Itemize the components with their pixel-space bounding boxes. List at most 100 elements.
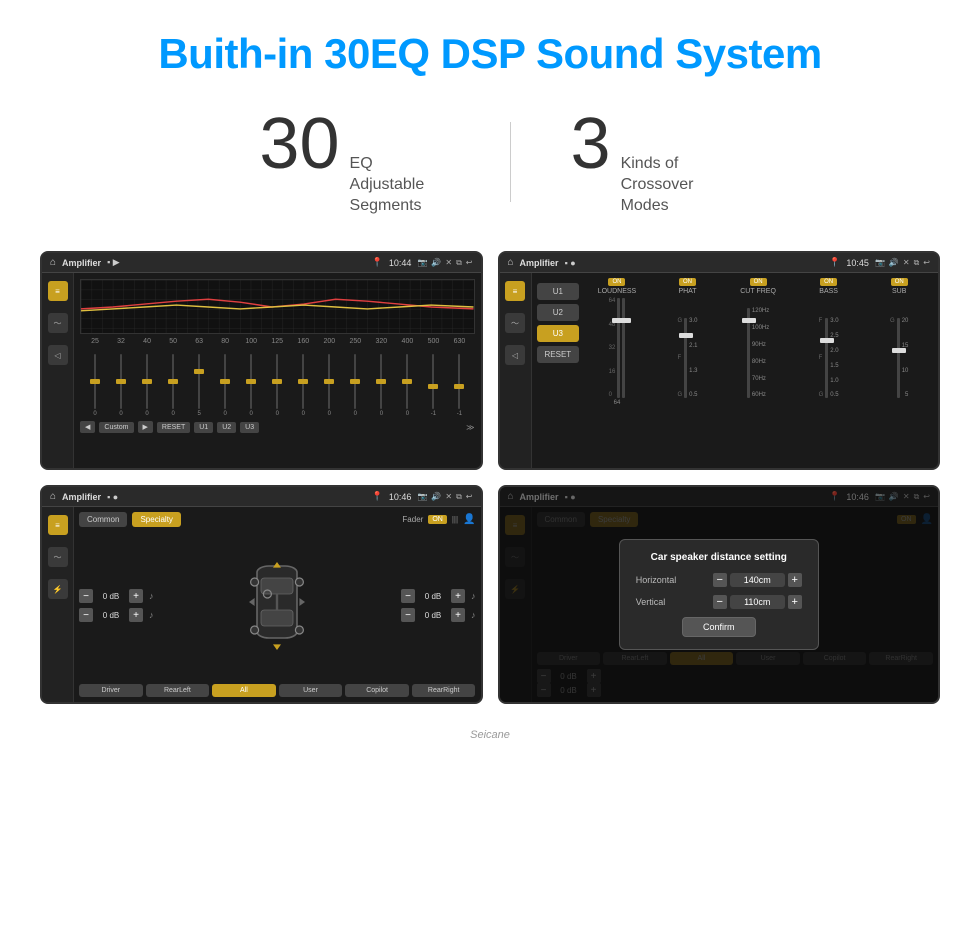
db-plus-0[interactable]: + [129, 589, 143, 603]
prev-button[interactable]: ◀ [80, 421, 95, 433]
wave-icon-3[interactable]: 〜 [48, 547, 68, 567]
back-icon-3[interactable]: ↩ [466, 492, 473, 501]
u1-preset[interactable]: U1 [537, 283, 580, 300]
eq-sidebar: ≡ 〜 ◁ [42, 273, 74, 468]
loudness-on[interactable]: ON [608, 278, 625, 286]
close-icon: ✕ [445, 258, 452, 267]
eq-slider-13[interactable]: -1 [420, 354, 446, 417]
eq-slider-7[interactable]: 0 [264, 354, 290, 417]
volume-sidebar-icon[interactable]: ◁ [48, 345, 68, 365]
copilot-btn[interactable]: Copilot [345, 684, 409, 697]
confirm-button[interactable]: Confirm [682, 617, 756, 637]
topbar-icons-2: 📷 🔊 ✕ ⧉ ↩ [875, 258, 930, 268]
eq-slider-0[interactable]: 0 [82, 354, 108, 417]
eq-slider-14[interactable]: -1 [446, 354, 472, 417]
home-icon-2[interactable]: ⌂ [508, 257, 514, 268]
eq-sliders: 0 0 0 0 5 [80, 347, 475, 417]
sub-on[interactable]: ON [891, 278, 908, 286]
custom-button[interactable]: Custom [99, 422, 133, 433]
eq-slider-4[interactable]: 5 [186, 354, 212, 417]
eq-slider-6[interactable]: 0 [238, 354, 264, 417]
speaker-icon-fr: ♪ [471, 591, 476, 601]
back-icon[interactable]: ↩ [466, 258, 473, 267]
page-header: Buith-in 30EQ DSP Sound System [0, 0, 980, 93]
phat-on[interactable]: ON [679, 278, 696, 286]
rearright-btn[interactable]: RearRight [412, 684, 476, 697]
screenshots-grid: ⌂ Amplifier ▪ ▶ 📍 10:44 📷 🔊 ✕ ⧉ ↩ ≡ 〜 ◁ [0, 241, 980, 724]
u1-button[interactable]: U1 [194, 422, 213, 433]
eq-slider-2[interactable]: 0 [134, 354, 160, 417]
fader-control[interactable]: ||| [452, 515, 458, 524]
db-minus-0[interactable]: − [79, 589, 93, 603]
eq-slider-12[interactable]: 0 [394, 354, 420, 417]
bass-on[interactable]: ON [820, 278, 837, 286]
watermark: Seicane [0, 724, 980, 746]
rearleft-btn[interactable]: RearLeft [146, 684, 210, 697]
eq-slider-1[interactable]: 0 [108, 354, 134, 417]
eq-slider-10[interactable]: 0 [342, 354, 368, 417]
bass-channel: ON BASS FFG 3.02.52.01.51.00.5 [795, 278, 863, 463]
fader-on-badge[interactable]: ON [428, 515, 447, 524]
db-row-2: − 0 dB + ♪ [401, 589, 476, 603]
user-btn[interactable]: User [279, 684, 343, 697]
db-plus-2[interactable]: + [451, 589, 465, 603]
play-button[interactable]: ▶ [138, 421, 153, 433]
reset-button[interactable]: RESET [157, 422, 190, 433]
specialty-title: Amplifier [62, 492, 101, 502]
reset-preset[interactable]: RESET [537, 346, 580, 363]
eq-slider-5[interactable]: 0 [212, 354, 238, 417]
back-icon-2[interactable]: ↩ [923, 258, 930, 267]
eq-icon-2[interactable]: ≡ [505, 281, 525, 301]
common-tab[interactable]: Common [79, 512, 127, 527]
eq-screen: ⌂ Amplifier ▪ ▶ 📍 10:44 📷 🔊 ✕ ⧉ ↩ ≡ 〜 ◁ [40, 251, 483, 470]
eq-slider-8[interactable]: 0 [290, 354, 316, 417]
eq-topbar: ⌂ Amplifier ▪ ▶ 📍 10:44 📷 🔊 ✕ ⧉ ↩ [42, 253, 481, 273]
eq-slider-11[interactable]: 0 [368, 354, 394, 417]
close-icon-3: ✕ [445, 492, 452, 501]
distance-dialog: Car speaker distance setting Horizontal … [619, 539, 819, 650]
db-minus-3[interactable]: − [401, 608, 415, 622]
eq-title: Amplifier [62, 258, 101, 268]
profile-icon: 👤 [463, 514, 475, 525]
db-value-3: 0 dB [419, 611, 447, 620]
home-icon-3[interactable]: ⌂ [50, 491, 56, 502]
specialty-tab[interactable]: Specialty [132, 512, 180, 527]
eq-icon-3[interactable]: ≡ [48, 515, 68, 535]
vertical-minus[interactable]: − [713, 595, 727, 609]
eq-graph [80, 279, 475, 334]
db-minus-2[interactable]: − [401, 589, 415, 603]
horizontal-plus[interactable]: + [788, 573, 802, 587]
specialty-screen: ⌂ Amplifier ▪ ● 📍 10:46 📷 🔊 ✕ ⧉ ↩ ≡ 〜 ⚡ [40, 485, 483, 704]
window-icon-2: ⧉ [914, 258, 920, 268]
u2-preset[interactable]: U2 [537, 304, 580, 321]
all-btn[interactable]: All [212, 684, 276, 697]
vertical-plus[interactable]: + [788, 595, 802, 609]
fader-label: Fader [402, 515, 423, 524]
horizontal-label: Horizontal [636, 575, 708, 585]
horizontal-minus[interactable]: − [713, 573, 727, 587]
distance-screen: ⌂ Amplifier ▪ ● 📍 10:46 📷 🔊 ✕ ⧉ ↩ ≡ 〜 ⚡ [498, 485, 941, 704]
speaker-icon-fl: ♪ [149, 591, 154, 601]
db-plus-3[interactable]: + [451, 608, 465, 622]
u3-preset[interactable]: U3 [537, 325, 580, 342]
u3-button[interactable]: U3 [240, 422, 259, 433]
db-minus-1[interactable]: − [79, 608, 93, 622]
window-icon-3: ⧉ [456, 492, 462, 502]
crossover-content: ≡ 〜 ◁ U1 U2 U3 RESET ON LOUDNESS [500, 273, 939, 468]
driver-btn[interactable]: Driver [79, 684, 143, 697]
home-icon[interactable]: ⌂ [50, 257, 56, 268]
location-icon: 📍 [372, 257, 383, 268]
sub-channel: ON SUB G 2015105 [865, 278, 933, 463]
vol-icon-2[interactable]: ◁ [505, 345, 525, 365]
stat-eq: 30 EQ Adjustable Segments [199, 108, 509, 216]
bluetooth-icon[interactable]: ⚡ [48, 579, 68, 599]
eq-icon[interactable]: ≡ [48, 281, 68, 301]
wave-icon-2[interactable]: 〜 [505, 313, 525, 333]
eq-slider-3[interactable]: 0 [160, 354, 186, 417]
u2-button[interactable]: U2 [217, 422, 236, 433]
location-icon-2: 📍 [829, 257, 840, 268]
eq-slider-9[interactable]: 0 [316, 354, 342, 417]
wave-icon[interactable]: 〜 [48, 313, 68, 333]
cutfreq-on[interactable]: ON [750, 278, 767, 286]
db-plus-1[interactable]: + [129, 608, 143, 622]
